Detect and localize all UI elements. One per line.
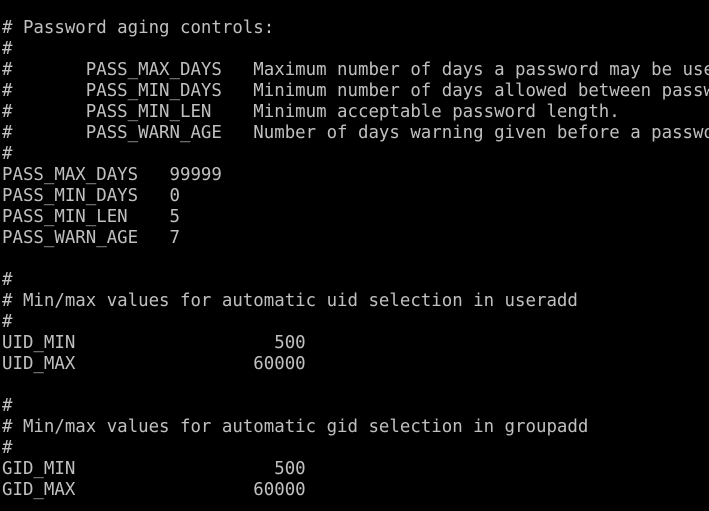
terminal-line: # [2, 144, 13, 164]
terminal-line: # PASS_MIN_LEN Minimum acceptable passwo… [2, 102, 620, 122]
terminal-line: # PASS_MIN_DAYS Minimum number of days a… [2, 81, 709, 101]
terminal-line: PASS_MAX_DAYS 99999 [2, 165, 222, 185]
terminal-line: GID_MIN 500 [2, 459, 306, 479]
terminal-line: # [2, 312, 13, 332]
terminal-line: # [2, 270, 13, 290]
terminal-line: # PASS_WARN_AGE Number of days warning g… [2, 123, 709, 143]
terminal-line: # Min/max values for automatic gid selec… [2, 417, 589, 437]
terminal-line: # [2, 438, 13, 458]
terminal-line: GID_MAX 60000 [2, 480, 306, 500]
terminal-line: UID_MIN 500 [2, 333, 306, 353]
terminal-line: # PASS_MAX_DAYS Maximum number of days a… [2, 60, 709, 80]
terminal-line: # [2, 396, 13, 416]
terminal-line: PASS_MIN_LEN 5 [2, 207, 180, 227]
terminal-line: PASS_WARN_AGE 7 [2, 228, 180, 248]
terminal-line: # Min/max values for automatic uid selec… [2, 291, 578, 311]
terminal-line: # Password aging controls: [2, 18, 275, 38]
terminal-line: PASS_MIN_DAYS 0 [2, 186, 180, 206]
terminal-line: UID_MAX 60000 [2, 354, 306, 374]
terminal-line: # [2, 39, 13, 59]
terminal-window[interactable]: # Password aging controls: # # PASS_MAX_… [2, 18, 709, 511]
